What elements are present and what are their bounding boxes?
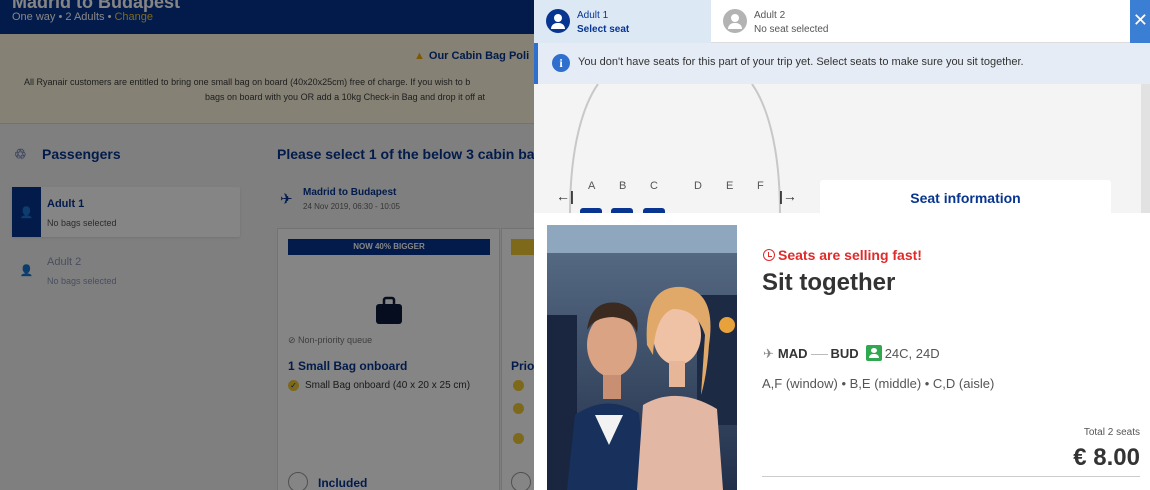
user-icon (723, 9, 747, 33)
assigned-seats: 24C, 24D (884, 346, 940, 361)
user-icon (546, 9, 570, 33)
seat-position-legend: A,F (window) • B,E (middle) • C,D (aisle… (762, 376, 995, 391)
destination-code: BUD (830, 346, 859, 361)
tab-seat-status: Select seat (577, 24, 630, 35)
plane-icon: ✈ (763, 346, 774, 361)
couple-photo (547, 225, 737, 490)
sit-together-promo: Seats are selling fast! Sit together ✈ MA… (534, 213, 1150, 490)
info-text: You don't have seats for this part of yo… (578, 56, 1024, 68)
seat-route-summary: ✈ MAD BUD 24C, 24D (763, 345, 940, 362)
seat-column-label: F (757, 180, 764, 192)
seat-column-label: A (588, 180, 596, 192)
seat-column-label: B (619, 180, 627, 192)
promo-title: Sit together (762, 269, 896, 296)
scroll-right-icon[interactable]: |→ (779, 188, 797, 204)
passenger-seat-tabs: Adult 1 Select seat Adult 2 No seat sele… (534, 0, 1150, 43)
scroll-left-icon[interactable]: ←| (556, 188, 574, 204)
tab-seat-status: No seat selected (754, 24, 829, 35)
info-icon: i (552, 54, 570, 72)
clock-icon (763, 249, 775, 261)
seat-column-label: E (726, 180, 734, 192)
total-seats-label: Total 2 seats (1083, 427, 1140, 438)
route-line (810, 354, 828, 356)
close-icon[interactable]: ✕ (1130, 0, 1150, 43)
urgency-label: Seats are selling fast! (763, 247, 922, 263)
urgency-text: Seats are selling fast! (778, 247, 922, 263)
seat-icon (865, 345, 882, 361)
tab-passenger-name: Adult 1 (577, 10, 609, 21)
scrollbar[interactable] (1141, 84, 1150, 214)
tab-adult-2[interactable]: Adult 2 No seat selected (711, 0, 951, 43)
seat-map: ←| |→ A B C D E F Seat information (534, 84, 1150, 220)
seat-column-label: C (650, 180, 658, 192)
origin-code: MAD (777, 346, 808, 361)
seat-column-label: D (694, 180, 702, 192)
divider (762, 476, 1140, 477)
tab-adult-1[interactable]: Adult 1 Select seat (534, 0, 711, 43)
tab-passenger-name: Adult 2 (754, 10, 786, 21)
info-banner: i You don't have seats for this part of … (534, 43, 1150, 84)
total-price: € 8.00 (1073, 444, 1140, 471)
seat-information-title: Seat information (910, 190, 1021, 206)
